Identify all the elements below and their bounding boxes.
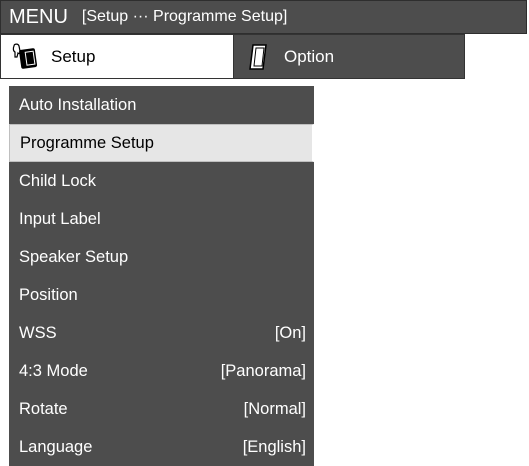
item-label: 4:3 Mode — [19, 361, 88, 380]
menu-item-4-3-mode[interactable]: 4:3 Mode [Panorama] — [9, 352, 314, 390]
menu-item-position[interactable]: Position — [9, 276, 314, 314]
menu-item-rotate[interactable]: Rotate [Normal] — [9, 390, 314, 428]
tab-setup-label: Setup — [51, 46, 96, 66]
item-label: Language — [19, 437, 93, 456]
item-label: Input Label — [19, 209, 101, 228]
item-label: Auto Installation — [19, 95, 137, 114]
item-label: Programme Setup — [20, 133, 154, 152]
menu-item-speaker-setup[interactable]: Speaker Setup — [9, 238, 314, 276]
item-label: Speaker Setup — [19, 247, 129, 266]
setup-tools-icon — [11, 43, 41, 71]
tab-option[interactable]: Option — [234, 35, 464, 78]
option-card-icon — [248, 43, 270, 71]
menu-item-wss[interactable]: WSS [On] — [9, 314, 314, 352]
item-value: [English] — [242, 437, 306, 456]
item-value: [Panorama] — [220, 361, 306, 380]
menu-item-language[interactable]: Language [English] — [9, 428, 314, 466]
title-bar: MENU [Setup ··· Programme Setup] — [0, 0, 527, 34]
menu-title: MENU — [9, 5, 68, 28]
menu-item-auto-installation[interactable]: Auto Installation — [9, 86, 314, 124]
tab-option-label: Option — [284, 46, 335, 66]
menu-item-input-label[interactable]: Input Label — [9, 200, 314, 238]
tab-setup[interactable]: Setup — [1, 35, 234, 78]
settings-menu: Auto Installation Programme Setup Child … — [9, 86, 314, 466]
tab-row: Setup Option — [0, 34, 465, 79]
item-label: WSS — [19, 323, 57, 342]
item-label: Child Lock — [19, 171, 97, 190]
item-label: Position — [19, 285, 78, 304]
breadcrumb: [Setup ··· Programme Setup] — [81, 8, 288, 25]
item-value: [On] — [274, 323, 306, 342]
item-value: [Normal] — [243, 399, 306, 418]
menu-item-child-lock[interactable]: Child Lock — [9, 162, 314, 200]
item-label: Rotate — [19, 399, 68, 418]
menu-item-programme-setup[interactable]: Programme Setup — [9, 124, 314, 162]
